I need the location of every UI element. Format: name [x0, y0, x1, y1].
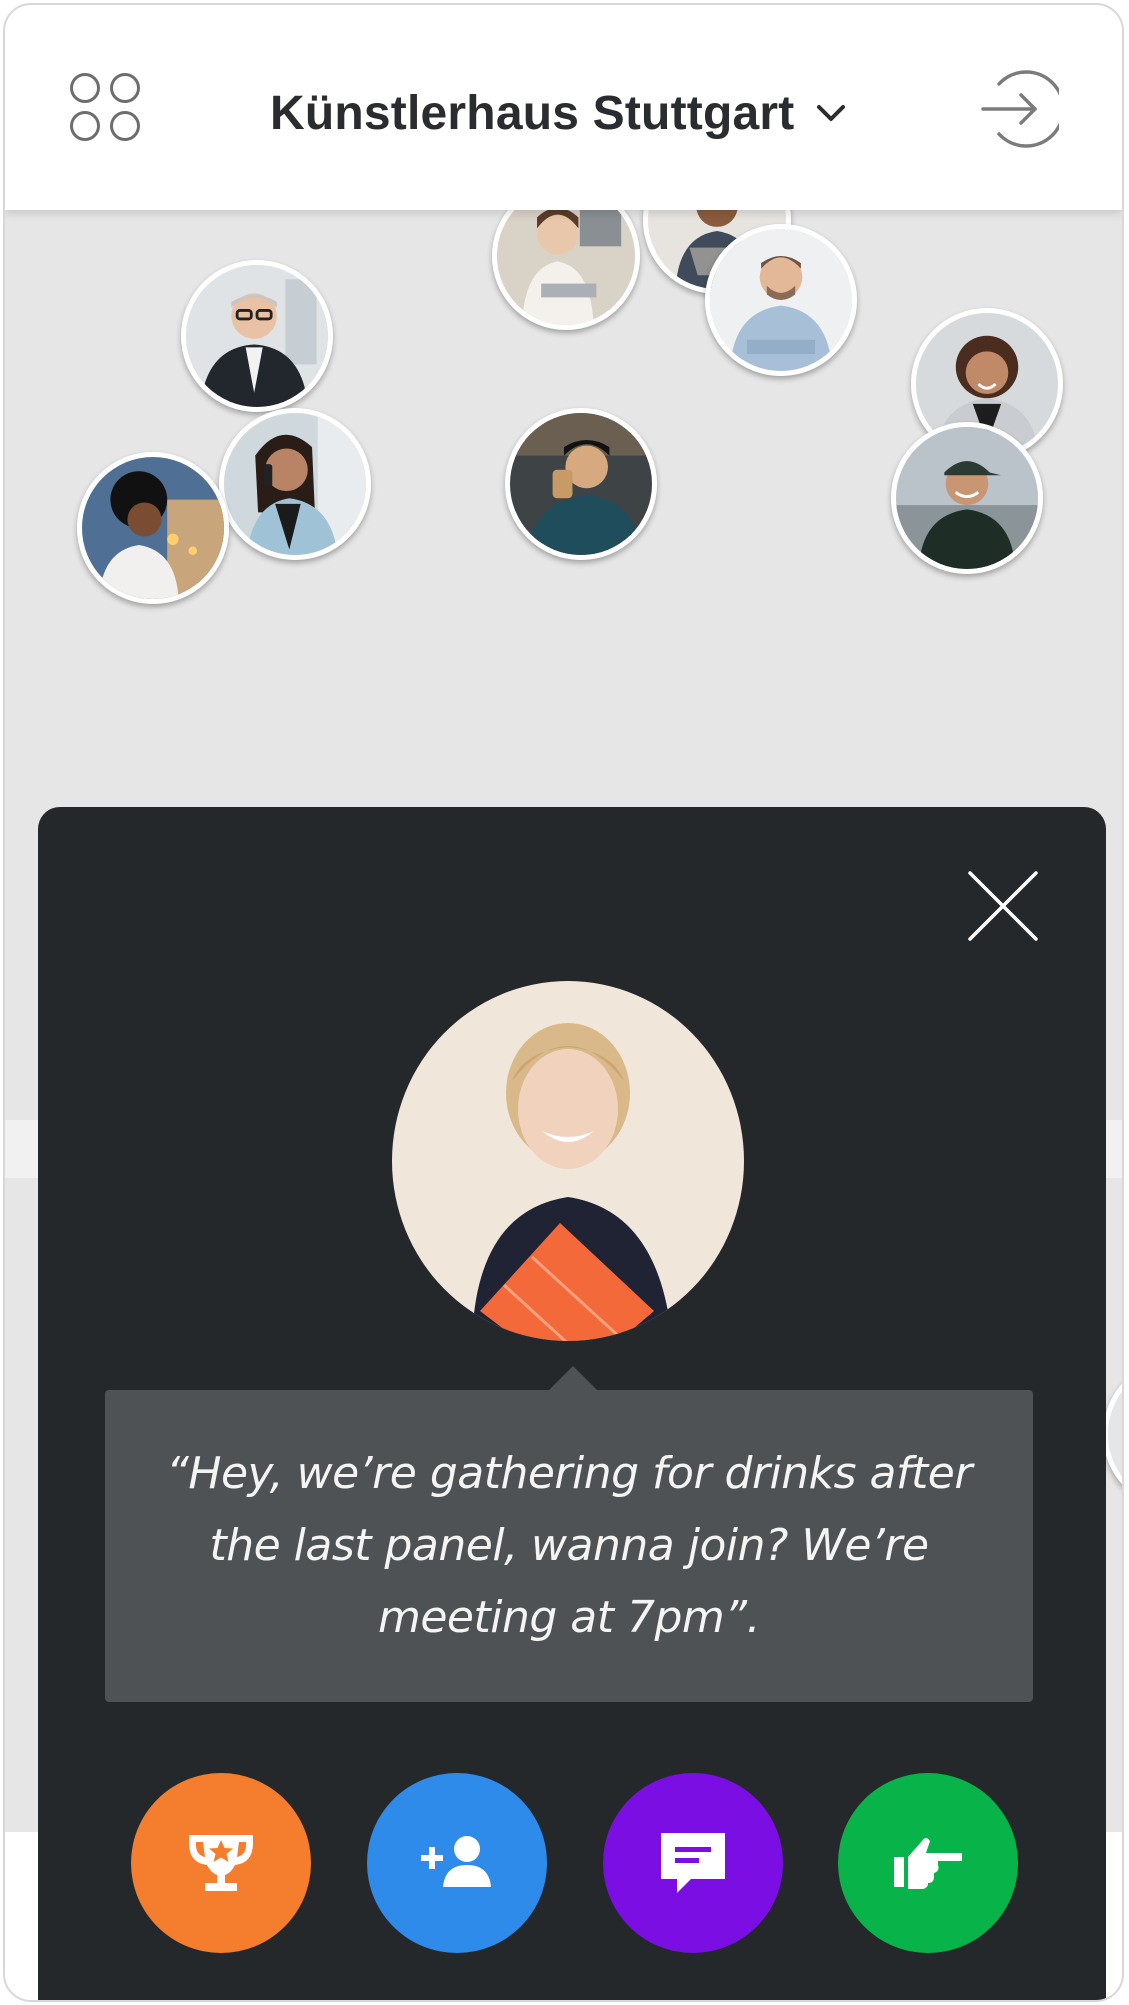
add-contact-button[interactable] [367, 1773, 547, 1953]
person-photo [82, 457, 224, 599]
grid-menu-button[interactable] [70, 73, 146, 145]
message-bubble: “Hey, we’re gathering for drinks after t… [105, 1366, 1033, 1702]
attendee-avatar[interactable] [891, 422, 1043, 574]
attendee-avatar[interactable] [705, 224, 857, 376]
attendee-avatar[interactable] [77, 452, 229, 604]
chat-icon [661, 1833, 725, 1893]
venue-selector[interactable]: Künstlerhaus Stuttgart [270, 81, 848, 145]
message-button[interactable] [603, 1773, 783, 1953]
point-button[interactable] [838, 1773, 1018, 1953]
person-photo [896, 427, 1038, 569]
add-person-icon [421, 1836, 491, 1887]
app-screen: Künstlerhaus Stuttgart “Hey, we’re gathe… [3, 3, 1124, 2002]
grid-icon [70, 111, 100, 141]
venue-name: Künstlerhaus Stuttgart [270, 86, 795, 140]
grid-icon [110, 111, 140, 141]
person-photo [710, 229, 852, 371]
profile-panel: “Hey, we’re gathering for drinks after t… [38, 807, 1106, 2000]
grid-icon [110, 73, 140, 103]
award-button[interactable] [131, 1773, 311, 1953]
person-photo [392, 981, 744, 1341]
attendee-avatar[interactable] [219, 408, 371, 560]
grid-icon [70, 73, 100, 103]
trophy-icon [189, 1835, 253, 1891]
attendee-avatar[interactable] [505, 408, 657, 560]
app-header: Künstlerhaus Stuttgart [5, 5, 1122, 210]
person-photo [186, 265, 328, 407]
profile-avatar [392, 981, 744, 1341]
person-photo [1108, 1363, 1122, 1505]
chevron-down-icon [817, 105, 846, 121]
attendee-avatar[interactable] [1103, 1358, 1122, 1510]
attendee-avatar[interactable] [181, 260, 333, 412]
sign-in-icon[interactable] [977, 68, 1059, 150]
person-photo [224, 413, 366, 555]
close-icon[interactable] [966, 869, 1040, 943]
message-text: “Hey, we’re gathering for drinks after t… [166, 1448, 972, 1643]
pointing-hand-icon [894, 1838, 962, 1889]
person-photo [510, 413, 652, 555]
